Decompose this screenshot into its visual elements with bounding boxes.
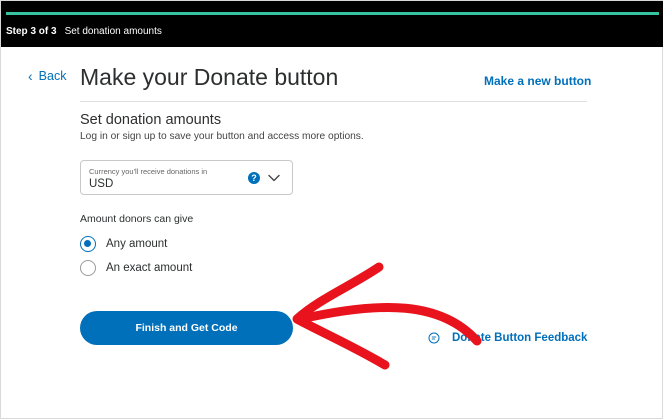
page-title: Make your Donate button [80,64,339,90]
feedback-label: Donate Button Feedback [452,332,588,344]
progress-bar [6,12,659,15]
amount-label: Amount donors can give [80,213,194,225]
chat-icon [428,332,440,344]
finish-button[interactable]: Finish and Get Code [80,311,293,345]
chevron-down-icon [268,174,280,182]
radio-button[interactable] [80,260,96,276]
section-title: Set donation amounts [80,112,222,128]
step-count: Step 3 of 3 [6,25,57,37]
progress-fill [6,12,659,15]
step-indicator: Step 3 of 3 Set donation amounts [6,24,162,38]
currency-label: Currency you'll receive donations in [89,167,208,176]
chevron-left-icon: ‹ [28,68,33,84]
radio-any-amount[interactable]: Any amount [80,235,167,253]
page-frame: Step 3 of 3 Set donation amounts ‹ Back … [0,0,663,419]
radio-label: Any amount [106,238,168,250]
currency-select[interactable]: Currency you'll receive donations in USD… [80,160,293,195]
make-new-button-link[interactable]: Make a new button [484,74,591,88]
back-label: Back [38,69,67,83]
feedback-link[interactable]: Donate Button Feedback [428,330,587,346]
help-icon[interactable]: ? [248,172,260,184]
radio-button[interactable] [80,236,96,252]
back-link[interactable]: ‹ Back [28,67,66,85]
radio-label: An exact amount [106,262,193,274]
currency-value: USD [89,178,114,190]
section-subtitle: Log in or sign up to save your button an… [80,131,364,142]
header-divider [80,101,587,102]
step-title: Set donation amounts [64,25,162,37]
radio-exact-amount[interactable]: An exact amount [80,259,192,277]
top-bar: Step 3 of 3 Set donation amounts [1,1,663,47]
